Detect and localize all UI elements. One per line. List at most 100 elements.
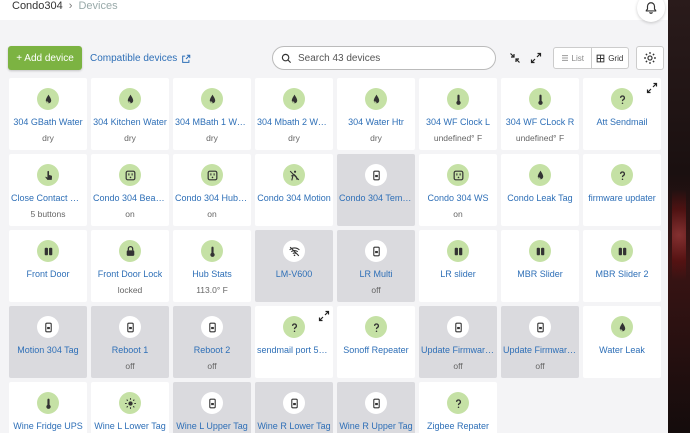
device-name[interactable]: Motion 304 Tag	[17, 345, 78, 355]
device-tile-condo-304-beac[interactable]: Condo 304 Beac… on	[91, 154, 169, 226]
device-tile-wine-l-lower-tag[interactable]: Wine L Lower Tag	[91, 382, 169, 433]
device-tile-wine-l-upper-tag[interactable]: Wine L Upper Tag	[173, 382, 251, 433]
device-tile-lm-v600[interactable]: LM-V600	[255, 230, 333, 302]
device-icon-button[interactable]	[365, 240, 387, 262]
notifications-button[interactable]	[637, 0, 665, 22]
device-tile-firmware-updater[interactable]: firmware updater	[583, 154, 661, 226]
device-tile-update-firmware[interactable]: Update Firmware… off	[419, 306, 497, 378]
list-view-button[interactable]: List	[554, 48, 591, 68]
device-tile-reboot-2[interactable]: Reboot 2 off	[173, 306, 251, 378]
settings-button[interactable]	[636, 46, 664, 70]
device-icon-button[interactable]	[365, 392, 387, 414]
device-tile-condo-304-hubitat[interactable]: Condo 304 Hubitat on	[173, 154, 251, 226]
device-name[interactable]: Update Firmware…	[421, 345, 495, 355]
device-name[interactable]: 304 Water Htr	[348, 117, 404, 127]
device-name[interactable]: Wine Fridge UPS	[13, 421, 83, 431]
device-icon-button[interactable]	[37, 88, 59, 110]
device-name[interactable]: Front Door Lock	[98, 269, 163, 279]
device-icon-button[interactable]	[283, 164, 305, 186]
device-tile-304-gbath-water[interactable]: 304 GBath Water dry	[9, 78, 87, 150]
device-name[interactable]: 304 MBath 1 Wat…	[175, 117, 249, 127]
device-tile-water-leak[interactable]: Water Leak	[583, 306, 661, 378]
device-tile-reboot-1[interactable]: Reboot 1 off	[91, 306, 169, 378]
device-name[interactable]: MBR Slider 2	[595, 269, 648, 279]
expand-tile-button[interactable]	[318, 309, 330, 322]
device-name[interactable]: LR slider	[440, 269, 476, 279]
device-icon-button[interactable]	[365, 164, 387, 186]
device-name[interactable]: Wine L Lower Tag	[94, 421, 166, 431]
device-tile-condo-304-motion[interactable]: Condo 304 Motion	[255, 154, 333, 226]
expand-tile-button[interactable]	[646, 81, 658, 94]
device-name[interactable]: Condo Leak Tag	[507, 193, 572, 203]
device-tile-304-kitchen-water[interactable]: 304 Kitchen Water dry	[91, 78, 169, 150]
device-tile-304-water-htr[interactable]: 304 Water Htr dry	[337, 78, 415, 150]
device-icon-button[interactable]	[201, 392, 223, 414]
device-icon-button[interactable]	[529, 316, 551, 338]
device-name[interactable]: Condo 304 Beac…	[93, 193, 167, 203]
device-name[interactable]: Zigbee Repater	[427, 421, 489, 431]
device-name[interactable]: Close Contact Bu…	[11, 193, 85, 203]
device-tile-condo-304-ws[interactable]: Condo 304 WS on	[419, 154, 497, 226]
device-name[interactable]: Water Leak	[599, 345, 645, 355]
device-name[interactable]: Wine L Upper Tag	[176, 421, 248, 431]
device-tile-front-door-lock[interactable]: Front Door Lock locked	[91, 230, 169, 302]
device-tile-lr-multi[interactable]: LR Multi off	[337, 230, 415, 302]
device-tile-wine-fridge-ups[interactable]: Wine Fridge UPS	[9, 382, 87, 433]
device-icon-button[interactable]	[611, 88, 633, 110]
device-tile-mbr-slider[interactable]: MBR Slider	[501, 230, 579, 302]
compatible-devices-link[interactable]: Compatible devices	[90, 53, 191, 64]
device-tile-condo-304-temp[interactable]: Condo 304 Temp…	[337, 154, 415, 226]
device-name[interactable]: Hub Stats	[192, 269, 232, 279]
device-tile-wine-r-lower-tag[interactable]: Wine R Lower Tag	[255, 382, 333, 433]
device-icon-button[interactable]	[365, 316, 387, 338]
device-icon-button[interactable]	[37, 316, 59, 338]
expand-button[interactable]	[528, 50, 544, 66]
device-tile-close-contact-bu[interactable]: Close Contact Bu… 5 buttons	[9, 154, 87, 226]
device-icon-button[interactable]	[119, 316, 141, 338]
device-icon-button[interactable]	[283, 88, 305, 110]
device-name[interactable]: Wine R Lower Tag	[257, 421, 330, 431]
grid-view-button[interactable]: Grid	[590, 48, 629, 68]
device-tile-front-door[interactable]: Front Door	[9, 230, 87, 302]
device-tile-zigbee-repater[interactable]: Zigbee Repater	[419, 382, 497, 433]
device-icon-button[interactable]	[119, 164, 141, 186]
device-name[interactable]: 304 Mbath 2 Wat…	[257, 117, 331, 127]
device-name[interactable]: LR Multi	[359, 269, 392, 279]
device-name[interactable]: Front Door	[26, 269, 69, 279]
device-tile-att-sendmail[interactable]: Att Sendmail	[583, 78, 661, 150]
device-name[interactable]: Condo 304 Temp…	[339, 193, 413, 203]
device-name[interactable]: Condo 304 WS	[427, 193, 488, 203]
device-icon-button[interactable]	[529, 164, 551, 186]
device-name[interactable]: Update Firmware…	[503, 345, 577, 355]
device-tile-update-firmware[interactable]: Update Firmware… off	[501, 306, 579, 378]
device-name[interactable]: MBR Slider	[517, 269, 563, 279]
device-tile-304-mbath-2-wat[interactable]: 304 Mbath 2 Wat… dry	[255, 78, 333, 150]
device-icon-button[interactable]	[283, 392, 305, 414]
device-tile-condo-leak-tag[interactable]: Condo Leak Tag	[501, 154, 579, 226]
device-icon-button[interactable]	[365, 88, 387, 110]
device-name[interactable]: Reboot 2	[194, 345, 231, 355]
device-tile-mbr-slider-2[interactable]: MBR Slider 2	[583, 230, 661, 302]
device-tile-sonoff-repeater[interactable]: Sonoff Repeater	[337, 306, 415, 378]
device-icon-button[interactable]	[611, 316, 633, 338]
search-input[interactable]	[298, 52, 478, 64]
collapse-button[interactable]	[507, 50, 523, 66]
device-name[interactable]: 304 Kitchen Water	[93, 117, 167, 127]
device-icon-button[interactable]	[611, 240, 633, 262]
device-icon-button[interactable]	[283, 316, 305, 338]
device-icon-button[interactable]	[611, 164, 633, 186]
device-icon-button[interactable]	[447, 88, 469, 110]
device-tile-wine-r-upper-tag[interactable]: Wine R Upper Tag	[337, 382, 415, 433]
device-icon-button[interactable]	[201, 316, 223, 338]
device-name[interactable]: 304 WF Clock L	[426, 117, 490, 127]
device-icon-button[interactable]	[447, 316, 469, 338]
device-tile-sendmail-port-58[interactable]: sendmail port 58…	[255, 306, 333, 378]
device-name[interactable]: firmware updater	[588, 193, 656, 203]
device-name[interactable]: sendmail port 58…	[257, 345, 331, 355]
device-icon-button[interactable]	[447, 392, 469, 414]
device-icon-button[interactable]	[37, 392, 59, 414]
device-name[interactable]: Sonoff Repeater	[343, 345, 408, 355]
device-name[interactable]: Att Sendmail	[596, 117, 647, 127]
device-icon-button[interactable]	[529, 240, 551, 262]
device-icon-button[interactable]	[529, 88, 551, 110]
